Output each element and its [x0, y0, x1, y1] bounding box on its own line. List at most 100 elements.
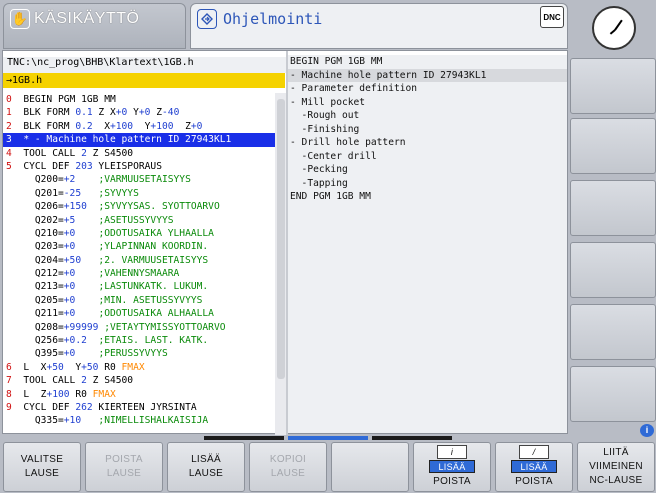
hand-icon: ✋ [10, 9, 30, 29]
program-line[interactable]: Q335=+10 ;NIMELLISHALKAISIJA [3, 414, 275, 427]
program-line[interactable]: 0 BEGIN PGM 1GB MM [3, 93, 275, 106]
programming-mode-label: Ohjelmointi [223, 10, 323, 28]
softkey-insert-delete-info[interactable]: i LISÄÄ POISTA [413, 442, 491, 492]
program-line[interactable]: 3 * - Machine hole pattern ID 27943KL1 [3, 133, 275, 147]
structure-item[interactable]: - Mill pocket [288, 96, 567, 110]
softkey-select-block[interactable]: VALITSE LAUSE [3, 442, 81, 492]
insert-toggle: LISÄÄ [429, 460, 475, 473]
program-line[interactable]: Q200=+2 ;VARMUUSETAISYYS [3, 173, 275, 186]
structure-item[interactable]: -Tapping [288, 177, 567, 191]
line-token: ;SYVYYS [98, 187, 139, 199]
line-token: KIERTEEN JYRSINTA [92, 401, 197, 413]
structure-item[interactable]: BEGIN PGM 1GB MM [288, 55, 567, 69]
line-token [81, 188, 98, 199]
line-token: Q210= [6, 227, 64, 239]
program-line[interactable]: 8 L Z+100 R0 FMAX [3, 388, 275, 401]
program-line[interactable]: Q204=+50 ;2. VARMUUSETAISYYS [3, 254, 275, 267]
structure-item[interactable]: -Finishing [288, 123, 567, 137]
line-token: L X [11, 361, 47, 373]
line-token: TOOL CALL [11, 147, 82, 159]
structure-item[interactable]: -Pecking [288, 163, 567, 177]
program-line[interactable]: Q210=+0 ;ODOTUSAIKA YLHAALLA [3, 227, 275, 240]
structure-item[interactable]: END PGM 1GB MM [288, 190, 567, 204]
line-token: 0.2 [75, 120, 93, 132]
line-token: Q205= [6, 294, 64, 306]
softkey-insert-last-nc-block[interactable]: LIITÄ VIIMEINEN NC-LAUSE [577, 442, 655, 492]
line-token [87, 201, 99, 212]
structure-item[interactable]: -Rough out [288, 109, 567, 123]
program-line[interactable]: Q205=+0 ;MIN. ASETUSSYVYYS [3, 294, 275, 307]
programming-mode-tab[interactable]: Ohjelmointi [190, 3, 568, 49]
line-token [75, 281, 98, 292]
softkey-insert-block[interactable]: LISÄÄ LAUSE [167, 442, 245, 492]
program-listing[interactable]: 0 BEGIN PGM 1GB MM 1 BLK FORM 0.1 Z X+0 Y… [3, 93, 275, 435]
line-token: ;PERUSSYVYYS [98, 348, 168, 360]
vertical-softkey-5[interactable] [570, 304, 656, 360]
softkey-insert-delete-comment[interactable]: / LISÄÄ POISTA [495, 442, 573, 492]
line-token: +5 [63, 214, 76, 226]
line-token: ;ODOTUSAIKA ALHAALLA [98, 308, 214, 320]
softkey-empty[interactable] [331, 442, 409, 492]
line-token [75, 308, 98, 319]
program-line[interactable]: 9 CYCL DEF 262 KIERTEEN JYRSINTA [3, 401, 275, 414]
structure-item[interactable]: -Center drill [288, 150, 567, 164]
manual-mode-tab[interactable]: ✋ KÄSIKÄYTTÖ [3, 3, 186, 49]
line-token: +0 [115, 107, 128, 119]
line-token: ;YLAPINNAN KOORDIN. [98, 241, 209, 253]
line-token: TOOL CALL [11, 375, 82, 387]
program-line[interactable]: Q213=+0 ;LASTUNKATK. LUKUM. [3, 280, 275, 293]
program-line[interactable]: 1 BLK FORM 0.1 Z X+0 Y+0 Z-40 [3, 106, 275, 119]
program-line[interactable]: 5 CYCL DEF 203 YLEISPORAUS [3, 160, 275, 173]
vertical-softkey-6[interactable] [570, 366, 656, 422]
program-line[interactable]: Q395=+0 ;PERUSSYVYYS [3, 347, 275, 360]
line-token: +10 [63, 415, 82, 427]
program-line[interactable]: Q202=+5 ;ASETUSSYVYYS [3, 214, 275, 227]
program-line[interactable]: Q212=+0 ;VAHENNYSMAARA [3, 267, 275, 280]
file-name-bar: →1GB.h [3, 73, 285, 88]
line-token: Y [127, 107, 139, 119]
line-token: Q204= [6, 254, 64, 266]
program-line[interactable]: 4 TOOL CALL 2 Z S4500 [3, 147, 275, 160]
line-token: X [92, 120, 110, 132]
vertical-softkey-2[interactable] [570, 118, 656, 174]
vertical-softkey-4[interactable] [570, 242, 656, 298]
softkey-copy-block[interactable]: KOPIOI LAUSE [249, 442, 327, 492]
line-token: -25 [63, 187, 82, 199]
softkey-label: LAUSE [24, 468, 60, 479]
line-token: BLK FORM [11, 120, 76, 132]
info-icon[interactable]: i [640, 424, 654, 437]
line-token: Q202= [6, 214, 64, 226]
program-line[interactable]: Q208=+99999 ;VETAYTYMISSYOTTOARVO [3, 321, 275, 334]
structure-item[interactable]: - Parameter definition [288, 82, 567, 96]
vertical-softkey-1[interactable] [570, 58, 656, 114]
structure-view[interactable]: BEGIN PGM 1GB MM - Machine hole pattern I… [288, 55, 567, 433]
line-token: Q200= [6, 174, 64, 186]
program-line[interactable]: Q256=+0.2 ;ETAIS. LAST. KATK. [3, 334, 275, 347]
program-line[interactable]: Q201=-25 ;SYVYYS [3, 187, 275, 200]
line-token: +0.2 [63, 335, 87, 347]
line-token: Z X [92, 107, 116, 119]
program-line[interactable]: Q206=+150 ;SYVYYSAS. SYOTTOARVO [3, 200, 275, 213]
program-line[interactable]: Q211=+0 ;ODOTUSAIKA ALHAALLA [3, 307, 275, 320]
structure-item[interactable]: - Machine hole pattern ID 27943KL1 [288, 68, 567, 82]
line-token: Q203= [6, 241, 64, 253]
line-token: Q213= [6, 281, 64, 293]
structure-item[interactable]: - Drill hole pattern [288, 136, 567, 150]
softkey-delete-block[interactable]: POISTA LAUSE [85, 442, 163, 492]
line-token [75, 268, 98, 279]
program-line[interactable]: 2 BLK FORM 0.2 X+100 Y+100 Z+0 [3, 120, 275, 133]
line-token: +50 [46, 361, 64, 373]
vertical-softkey-3[interactable] [570, 180, 656, 236]
line-token: +100 [46, 388, 70, 400]
line-token: L Z [11, 388, 47, 400]
line-token [75, 241, 98, 252]
scrollbar-thumb[interactable] [277, 99, 285, 379]
line-token [87, 335, 99, 346]
softkey-label: LIITÄ [603, 447, 629, 458]
program-line[interactable]: Q203=+0 ;YLAPINNAN KOORDIN. [3, 240, 275, 253]
line-token: +0 [63, 268, 76, 280]
line-token [75, 228, 98, 239]
line-token [75, 295, 98, 306]
program-line[interactable]: 7 TOOL CALL 2 Z S4500 [3, 374, 275, 387]
program-line[interactable]: 6 L X+50 Y+50 R0 FMAX [3, 361, 275, 374]
